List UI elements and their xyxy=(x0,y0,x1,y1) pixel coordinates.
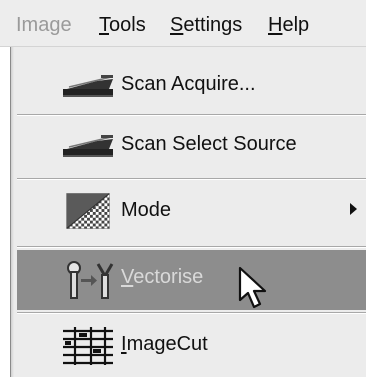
menu-help[interactable]: Help xyxy=(268,13,309,37)
menu-item-vectorise[interactable]: Vectorise xyxy=(17,250,366,310)
label-rest: ectorise xyxy=(133,266,204,288)
menu-settings[interactable]: Settings xyxy=(170,13,242,37)
menu-item-label: Mode xyxy=(121,199,172,221)
mode-icon xyxy=(66,193,110,229)
imagecut-icon xyxy=(63,327,113,365)
menu-settings-mnemonic: S xyxy=(170,14,184,36)
menu-separator xyxy=(17,312,366,314)
menu-item-scan-select-source[interactable]: Scan Select Source xyxy=(17,117,366,172)
image-menu-dropdown: Scan Acquire... Scan Select Source Mode … xyxy=(10,47,366,377)
scanner-icon xyxy=(63,135,113,157)
scanner-icon xyxy=(63,75,113,97)
menu-image-label: Image xyxy=(16,14,72,36)
menu-item-label: Scan Select Source xyxy=(121,133,297,155)
menu-item-imagecut[interactable]: ImageCut xyxy=(17,317,366,372)
menu-item-mode[interactable]: Mode xyxy=(17,183,366,238)
menu-help-label: elp xyxy=(282,14,310,36)
menu-tools-mnemonic: T xyxy=(99,14,109,36)
submenu-arrow-icon xyxy=(350,203,357,215)
menu-tools-label: ools xyxy=(109,14,146,36)
menu-item-label: ImageCut xyxy=(121,332,208,356)
menu-separator xyxy=(17,246,366,248)
dropdown-shadow xyxy=(11,47,14,377)
mnemonic-letter: V xyxy=(121,266,134,288)
menu-separator xyxy=(17,178,366,180)
menu-bar: Image Tools Settings Help xyxy=(0,0,366,47)
menu-separator xyxy=(17,114,366,116)
menu-image: Image xyxy=(16,13,72,37)
menu-item-label: Vectorise xyxy=(121,265,203,289)
mouse-pointer-icon xyxy=(238,266,267,309)
menu-help-mnemonic: H xyxy=(268,14,283,36)
label-rest: mageCut xyxy=(126,333,208,355)
menu-settings-label: ettings xyxy=(183,14,243,36)
menu-item-scan-acquire[interactable]: Scan Acquire... xyxy=(17,57,366,112)
menu-item-label: Scan Acquire... xyxy=(121,73,256,95)
vectorise-icon xyxy=(67,261,114,299)
menu-tools[interactable]: Tools xyxy=(99,13,146,37)
